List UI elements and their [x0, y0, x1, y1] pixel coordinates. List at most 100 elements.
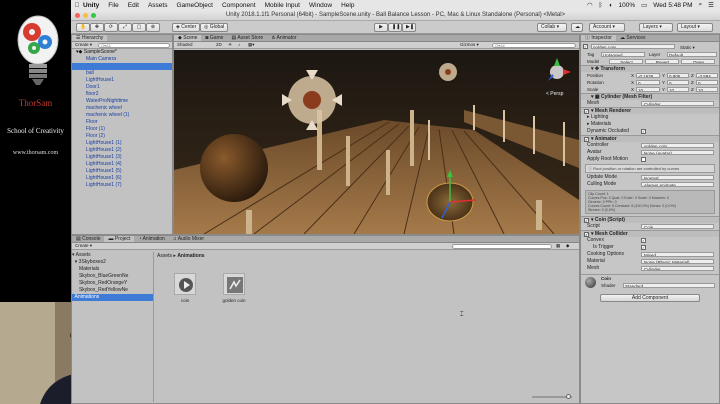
breadcrumb-assets[interactable]: Assets [157, 253, 172, 259]
layer-dropdown[interactable]: Default [667, 52, 717, 57]
menu-component[interactable]: Component [222, 2, 256, 9]
scale-y-field[interactable]: 10 [667, 87, 689, 92]
cloud-button[interactable]: ☁ [571, 23, 583, 32]
hierarchy-item[interactable]: Floor (2) [72, 133, 172, 140]
cooking-options-dropdown[interactable]: Mixed... [641, 252, 714, 257]
effects-toggle-icon[interactable]: ▦▾ [248, 42, 255, 48]
gizmos-dropdown[interactable]: Gizmos ▾ [460, 42, 479, 48]
project-folder-item[interactable]: Skybox_BlueGreenNe [72, 273, 153, 280]
tab-console[interactable]: ▤ Console [72, 236, 104, 242]
hierarchy-item[interactable]: LightHouse1 (2) [72, 147, 172, 154]
scene-viewport[interactable]: < Persp [174, 50, 579, 234]
scene-search-input[interactable]: Q▾All [492, 43, 576, 48]
menu-app-unity[interactable]: Unity [83, 2, 99, 9]
physic-material-field[interactable]: None (Physic Material) [641, 259, 714, 264]
hierarchy-item[interactable]: WaterProNighttime [72, 98, 172, 105]
hierarchy-item[interactable]: Door1 [72, 84, 172, 91]
tab-animation[interactable]: ◔ Animation [134, 236, 168, 242]
animator-component-header[interactable]: ✓ ▾ Animator [581, 135, 719, 142]
menu-gameobject[interactable]: GameObject [176, 2, 213, 9]
audio-toggle-icon[interactable]: ♪ [238, 42, 240, 48]
transform-tool-button[interactable]: ⊕ [146, 23, 160, 32]
hierarchy-item[interactable]: machenic wheel (1) [72, 112, 172, 119]
battery-percent[interactable]: 100% [618, 2, 635, 9]
model-revert-button[interactable]: Revert [645, 59, 679, 64]
minimize-window-icon[interactable] [83, 13, 88, 18]
asset-coin[interactable]: coin [163, 273, 207, 303]
apply-root-motion-checkbox[interactable] [641, 157, 646, 162]
hierarchy-item[interactable]: Floor (1) [72, 126, 172, 133]
project-search-input[interactable] [452, 244, 552, 249]
add-component-button[interactable]: Add Component [600, 294, 700, 302]
wifi-icon[interactable]: ◠ [587, 1, 593, 9]
hierarchy-item[interactable]: LightHouse1 (5) [72, 168, 172, 175]
tab-animator[interactable]: ⋔ Animator [267, 35, 300, 41]
collider-mesh-field[interactable]: Cylinder [641, 266, 714, 271]
tab-services[interactable]: ☁ Services [616, 35, 650, 41]
scale-z-field[interactable]: 10 [696, 87, 718, 92]
scale-x-field[interactable]: 10 [636, 87, 660, 92]
lighting-foldout[interactable]: ▸ Lighting [581, 114, 719, 121]
persp-label[interactable]: < Persp [546, 91, 564, 97]
tab-scene[interactable]: ◆ Scene [174, 35, 202, 41]
lighting-toggle-icon[interactable]: ☀ [228, 42, 232, 48]
hierarchy-item[interactable]: LightHouse1 (3) [72, 154, 172, 161]
volume-icon[interactable]: ◖ [609, 2, 613, 9]
project-folder-item[interactable]: Animations [72, 294, 153, 301]
spotlight-search-icon[interactable]: ⌕ [699, 1, 703, 9]
shading-mode-dropdown[interactable]: Shaded [177, 42, 193, 48]
collab-button[interactable]: Collab ▾ [537, 23, 567, 32]
script-field[interactable]: Coin [641, 224, 714, 229]
pivot-global-button[interactable]: ◎ Global [200, 23, 228, 32]
convex-checkbox[interactable]: ✓ [641, 238, 646, 243]
hierarchy-item[interactable]: LightHouse1 (7) [72, 182, 172, 189]
pivot-center-button[interactable]: ◈ Center [172, 23, 200, 32]
tab-project[interactable]: ▬ Project [104, 236, 135, 242]
menu-edit[interactable]: Edit [128, 2, 139, 9]
object-active-checkbox[interactable]: ✓ [583, 44, 588, 49]
account-dropdown[interactable]: Account ▾ [589, 23, 625, 32]
model-select-button[interactable]: Select [609, 59, 643, 64]
tab-asset-store[interactable]: ▤ Asset Store [227, 35, 267, 41]
position-x-field[interactable]: -0.1676 [636, 73, 660, 78]
menu-window[interactable]: Window [309, 2, 332, 9]
mesh-renderer-component-header[interactable]: ✓ ▾ Mesh Renderer [581, 107, 719, 114]
controller-field[interactable]: golden coin [641, 143, 714, 148]
rotation-y-field[interactable]: 0 [667, 80, 689, 85]
2d-toggle[interactable]: 2D [216, 42, 222, 48]
close-window-icon[interactable] [75, 13, 80, 18]
tab-inspector[interactable]: ⓘ Inspector [581, 35, 616, 41]
position-y-field[interactable]: 0.906 [667, 73, 689, 78]
project-folder-item[interactable]: ▾ Assets [72, 252, 153, 259]
move-tool-button[interactable]: ✥ [90, 23, 104, 32]
culling-mode-dropdown[interactable]: Always Animate [641, 182, 714, 187]
layout-dropdown[interactable]: Layout ▾ [677, 23, 713, 32]
play-button[interactable]: ▶ [374, 23, 388, 32]
hierarchy-item[interactable]: ball [72, 70, 172, 77]
materials-foldout[interactable]: ▸ Materials [581, 121, 719, 128]
project-folder-item[interactable]: Skybox_RedOrangeY [72, 280, 153, 287]
menubar-clock[interactable]: Wed 5:48 PM [653, 2, 692, 9]
bluetooth-icon[interactable]: ᛒ [599, 2, 603, 9]
scale-tool-button[interactable]: ⤢ [118, 23, 132, 32]
rotation-x-field[interactable]: 0 [636, 80, 660, 85]
hierarchy-create-button[interactable]: Create ▾ [75, 42, 92, 48]
hierarchy-item[interactable]: machenic wheel [72, 105, 172, 112]
menu-mobile-input[interactable]: Mobile Input [265, 2, 300, 9]
filter-by-type-icon[interactable]: ▦ [556, 243, 560, 249]
update-mode-dropdown[interactable]: Normal [641, 175, 714, 180]
transform-component-header[interactable]: ▾ ✥ Transform [581, 65, 719, 72]
hierarchy-item[interactable]: Floor [72, 119, 172, 126]
coin-script-component-header[interactable]: ✓ ▾ Coin (Script) [581, 216, 719, 223]
project-create-button[interactable]: Create ▾ [75, 243, 92, 249]
object-name-field[interactable]: golden coin [591, 44, 675, 49]
pause-button[interactable]: ❚❚ [388, 23, 402, 32]
step-button[interactable]: ▶❚ [402, 23, 416, 32]
hierarchy-item[interactable]: LightHouse1 (4) [72, 161, 172, 168]
zoom-window-icon[interactable] [91, 13, 96, 18]
apple-icon[interactable]:  [71, 2, 83, 9]
rotate-tool-button[interactable]: ⟳ [104, 23, 118, 32]
hierarchy-item[interactable]: LightHouse1 (6) [72, 175, 172, 182]
scene-root-row[interactable]: ▾◆ SampleScene* [72, 49, 172, 56]
project-folder-item[interactable]: Skybox_RedYellowNe [72, 287, 153, 294]
